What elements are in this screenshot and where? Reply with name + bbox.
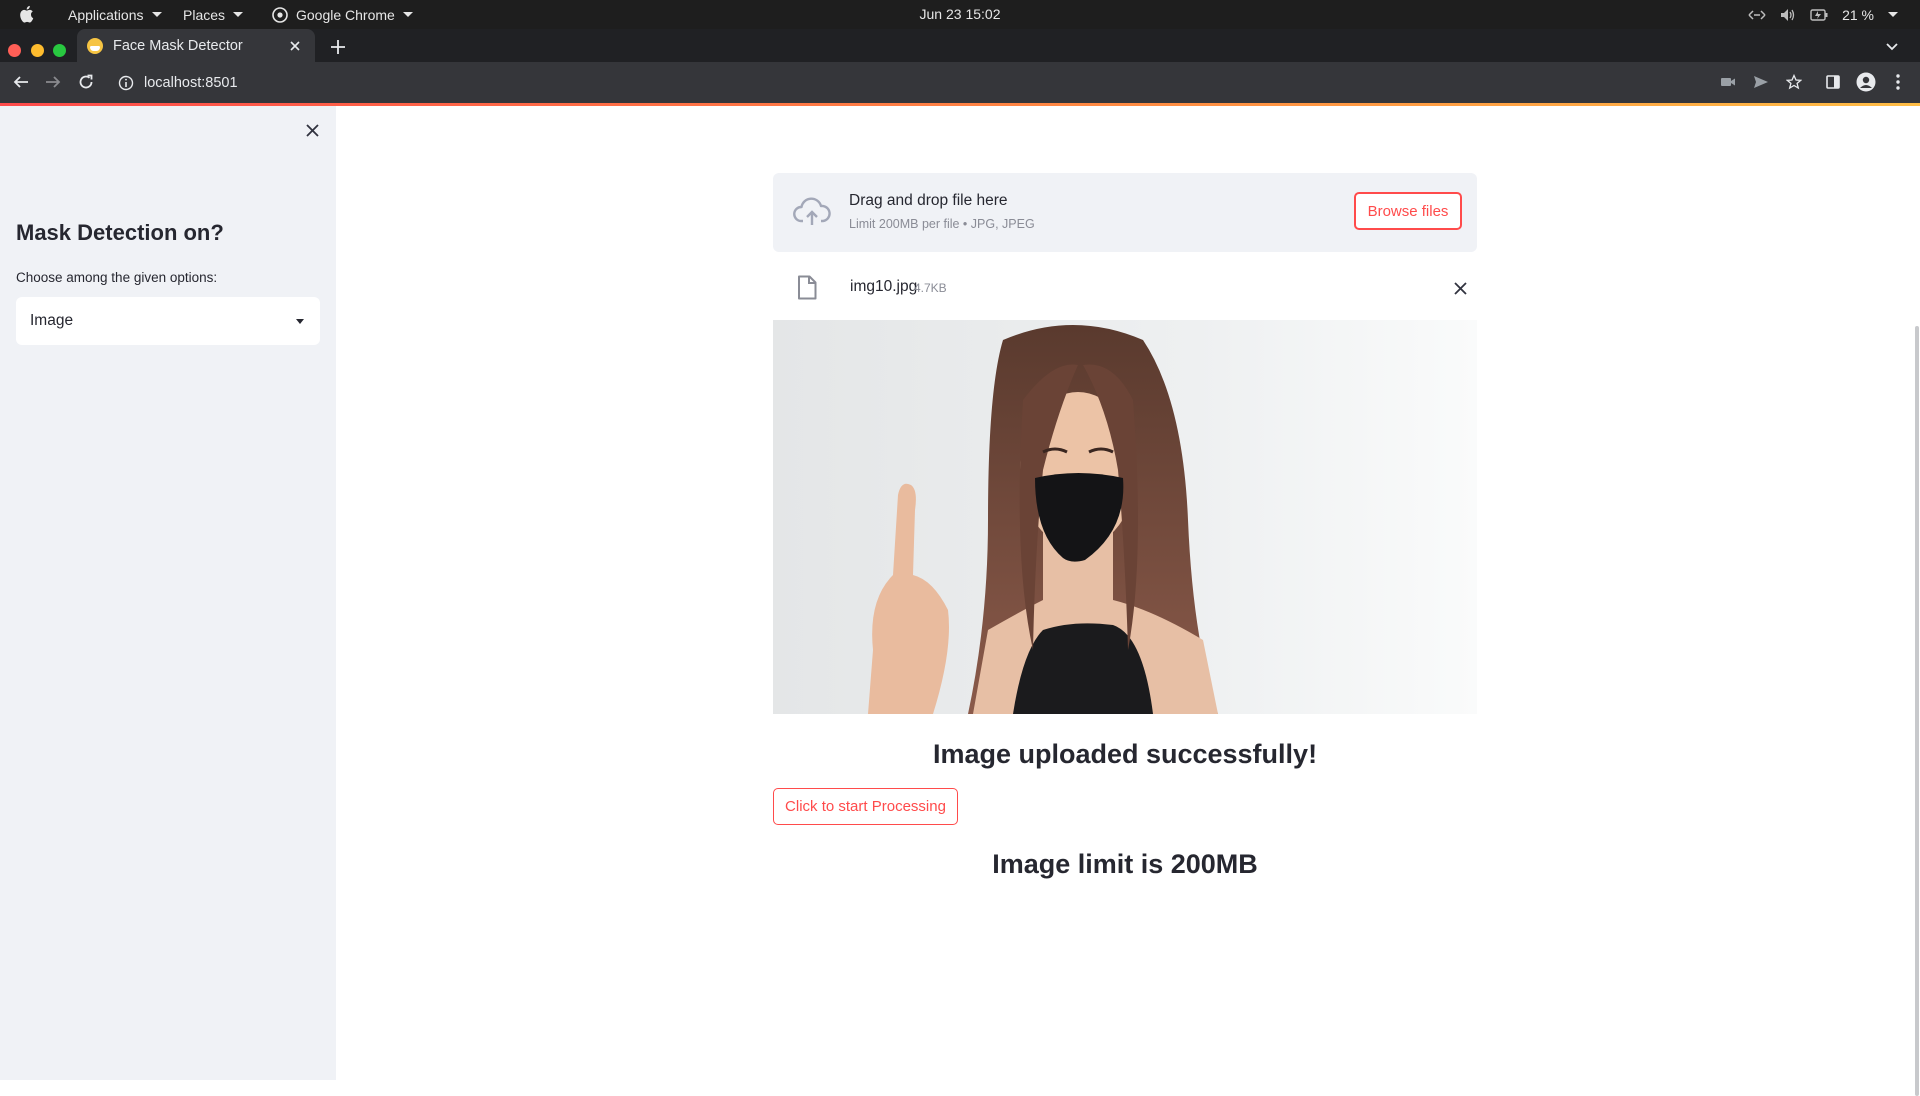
applications-menu-label: Applications — [68, 6, 144, 23]
battery-percentage: 21 % — [1842, 6, 1874, 23]
main-content: Drag and drop file here Limit 200MB per … — [336, 106, 1920, 1096]
browser-tab-strip: Face Mask Detector — [0, 29, 1920, 62]
page-scrollbar[interactable] — [1914, 326, 1920, 1096]
window-minimize-button[interactable] — [31, 44, 44, 57]
camera-icon[interactable] — [1718, 72, 1738, 92]
uploaded-image-preview — [773, 320, 1477, 714]
dropzone-title: Drag and drop file here — [849, 192, 1008, 209]
places-menu-label: Places — [183, 6, 226, 23]
chevron-down-icon — [296, 318, 304, 324]
reload-icon[interactable] — [76, 72, 96, 92]
network-icon — [1748, 9, 1766, 20]
side-panel-icon[interactable] — [1823, 72, 1843, 92]
apple-icon[interactable] — [18, 5, 34, 23]
tab-title: Face Mask Detector — [113, 37, 243, 54]
file-dropzone[interactable]: Drag and drop file here Limit 200MB per … — [773, 173, 1477, 252]
url-text: localhost:8501 — [144, 74, 238, 91]
window-close-button[interactable] — [8, 44, 21, 57]
file-icon — [798, 275, 817, 300]
tray-caret — [1888, 0, 1898, 29]
system-tray[interactable]: 21 % — [1748, 0, 1898, 29]
remove-file-close-icon[interactable] — [1450, 278, 1470, 298]
mode-select-value: Image — [30, 312, 74, 329]
chevron-down-icon — [151, 12, 162, 17]
uploaded-file-size: 4.7KB — [914, 281, 947, 295]
chrome-icon — [272, 6, 288, 23]
browser-menu-kebab-icon[interactable] — [1888, 72, 1908, 92]
bookmark-star-icon[interactable] — [1784, 72, 1804, 92]
sidebar-close-icon[interactable] — [302, 120, 322, 140]
window-maximize-button[interactable] — [53, 44, 66, 57]
volume-icon — [1781, 8, 1795, 21]
browse-files-button[interactable]: Browse files — [1354, 192, 1462, 230]
google-chrome-menu[interactable]: Google Chrome — [272, 0, 413, 29]
profile-avatar-icon[interactable] — [1856, 72, 1876, 92]
mask-emoji-favicon-icon — [87, 37, 103, 54]
image-limit-message: Image limit is 200MB — [992, 849, 1258, 879]
applications-menu[interactable]: Applications — [68, 0, 162, 29]
google-chrome-menu-label: Google Chrome — [296, 6, 395, 23]
tab-search-chevron-icon[interactable] — [1884, 38, 1900, 54]
select-label: Choose among the given options: — [16, 270, 218, 285]
mode-select[interactable]: Image — [16, 297, 320, 345]
uploaded-file-row: img10.jpg 4.7KB — [773, 264, 1477, 308]
browser-toolbar: localhost:8501 — [0, 62, 1920, 103]
woman-wearing-mask-photo — [773, 320, 1477, 714]
os-top-bar: Applications Places Google Chrome Jun 23… — [0, 0, 1920, 29]
site-info-icon[interactable] — [118, 75, 134, 91]
uploaded-file-name: img10.jpg — [850, 278, 918, 295]
chevron-down-icon — [1888, 12, 1898, 17]
send-icon[interactable] — [1751, 72, 1771, 92]
address-bar[interactable]: localhost:8501 — [106, 66, 1706, 99]
cloud-upload-icon — [793, 197, 831, 225]
sidebar: Mask Detection on? Choose among the give… — [0, 106, 336, 1080]
dropzone-subtitle: Limit 200MB per file • JPG, JPEG — [849, 217, 1035, 231]
chevron-down-icon — [233, 12, 244, 17]
tab-close-icon[interactable] — [287, 38, 303, 54]
sidebar-title: Mask Detection on? — [16, 220, 224, 245]
places-menu[interactable]: Places — [183, 0, 244, 29]
battery-icon — [1810, 8, 1828, 21]
new-tab-plus-icon[interactable] — [328, 37, 348, 57]
back-arrow-icon[interactable] — [11, 72, 31, 92]
success-message: Image uploaded successfully! — [932, 739, 1318, 769]
browser-tab-active[interactable]: Face Mask Detector — [77, 29, 315, 62]
scrollbar-thumb[interactable] — [1915, 326, 1919, 1096]
chevron-down-icon — [402, 12, 413, 17]
forward-arrow-icon[interactable] — [43, 72, 63, 92]
start-processing-button[interactable]: Click to start Processing — [773, 788, 958, 825]
